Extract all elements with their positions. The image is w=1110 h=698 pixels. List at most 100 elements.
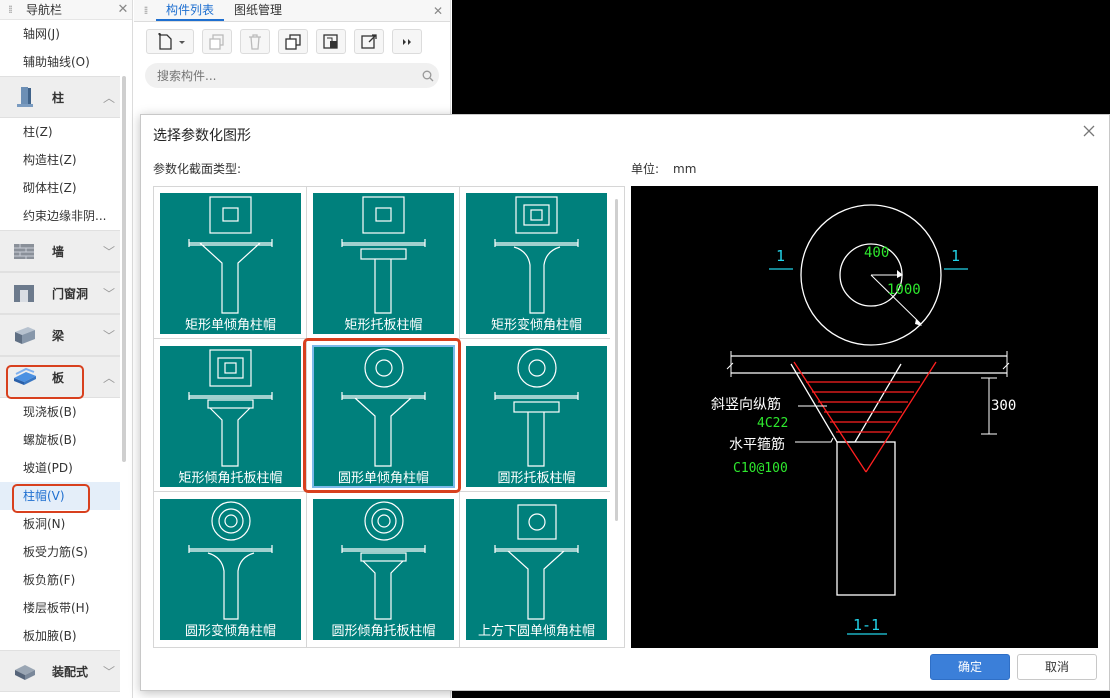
tab-component-list[interactable]: 构件列表 (156, 1, 225, 21)
cap-shape-icon (188, 349, 273, 467)
wall-icon (14, 244, 34, 259)
thumb-rect-variable-slope-cap[interactable]: 矩形变倾角柱帽 (466, 193, 607, 334)
chevron-up-icon[interactable]: ︿ (98, 89, 120, 106)
export-button[interactable] (354, 29, 384, 54)
component-toolbar (146, 29, 422, 54)
nav-item-slab-negative-rebar[interactable]: 板负筋(F) (0, 566, 120, 594)
trash-icon (249, 33, 261, 50)
import-button[interactable] (316, 29, 346, 54)
navigation-panel: ⁞⁞ 导航栏 ✕ 轴网(J) 辅助轴线(O) 柱 ︿ 柱(Z) 构造柱(Z) 砌… (0, 0, 133, 698)
duplicate-layer-button[interactable] (278, 29, 308, 54)
copy-button[interactable] (202, 29, 232, 54)
layers-icon (285, 33, 301, 50)
nav-group-column[interactable]: 柱 ︿ (0, 76, 120, 118)
thumb-label: 圆形变倾角柱帽 (184, 624, 276, 639)
cap-shape-icon (494, 196, 579, 314)
new-component-button[interactable] (146, 29, 194, 54)
unit-value: mm (673, 162, 697, 176)
nav-group-beam[interactable]: 梁 ﹀ (0, 314, 120, 356)
thumb-label: 矩形倾角托板柱帽 (178, 471, 283, 486)
section-type-label: 参数化截面类型: (153, 162, 242, 176)
nav-item-edge-constraint[interactable]: 约束边缘非阴... (0, 202, 120, 230)
chevron-down-icon[interactable]: ﹀ (98, 285, 120, 302)
thumb-rect-single-slope-cap[interactable]: 矩形单倾角柱帽 (160, 193, 301, 334)
nav-title: 导航栏 (26, 3, 63, 17)
nav-item-aux-axis[interactable]: 辅助轴线(O) (0, 48, 120, 76)
horizontal-rebar-value: C10@100 (733, 461, 788, 476)
unit-label: 单位: (631, 162, 660, 176)
thumb-label: 矩形托板柱帽 (344, 318, 423, 333)
cancel-button[interactable]: 取消 (1017, 654, 1097, 680)
slanted-rebar-value: 4C22 (757, 416, 789, 431)
more-button[interactable] (392, 29, 422, 54)
thumb-label: 矩形单倾角柱帽 (184, 318, 276, 333)
highlight-column-cap (12, 484, 90, 513)
close-icon[interactable] (1081, 123, 1097, 139)
highlight-slab-group (6, 365, 84, 399)
thumb-label: 上方下圆单倾角柱帽 (477, 624, 595, 639)
thumb-square-top-circle-bottom-cap[interactable]: 上方下圆单倾角柱帽 (466, 499, 607, 640)
unit-indicator: 单位: mm (631, 160, 696, 177)
drag-grip-icon[interactable]: ⁞⁞ (8, 3, 22, 16)
slanted-rebar-label: 斜竖向纵筋 (711, 397, 781, 413)
thumb-rect-drop-panel-cap[interactable]: 矩形托板柱帽 (313, 193, 454, 334)
search-icon[interactable] (417, 70, 439, 82)
drag-grip-icon[interactable]: ⁞⁞ (134, 4, 156, 17)
panel-tabs: ⁞⁞ 构件列表 图纸管理 ✕ (134, 0, 450, 22)
cap-shape-icon (494, 504, 579, 620)
nav-item-spiral-slab[interactable]: 螺旋板(B) (0, 426, 120, 454)
nav-group-label: 梁 (52, 328, 65, 343)
nav-item-cast-slab[interactable]: 现浇板(B) (0, 398, 120, 426)
horizontal-rebar-label: 水平箍筋 (729, 437, 785, 453)
nav-item-slab-rebar[interactable]: 板受力筋(S) (0, 538, 120, 566)
cap-shape-icon (494, 348, 579, 467)
beam-icon (15, 327, 35, 344)
section-caption: 1-1 (853, 616, 881, 634)
section-mark-right: 1 (951, 247, 961, 265)
nav-item-masonry-column[interactable]: 砌体柱(Z) (0, 174, 120, 202)
nav-item-column[interactable]: 柱(Z) (0, 118, 120, 146)
copy-icon (209, 33, 224, 50)
nav-group-label: 柱 (52, 90, 65, 105)
nav-item-slab-hole[interactable]: 板洞(N) (0, 510, 120, 538)
search-input[interactable] (157, 68, 417, 83)
close-icon[interactable]: ✕ (426, 4, 450, 18)
delete-button[interactable] (240, 29, 270, 54)
chevron-down-icon[interactable]: ﹀ (98, 327, 120, 344)
nav-item-constructional-column[interactable]: 构造柱(Z) (0, 146, 120, 174)
thumb-label: 圆形倾角托板柱帽 (331, 624, 436, 639)
double-chevron-right-icon (403, 38, 411, 45)
nav-group-prefab[interactable]: 装配式 ﹀ (0, 650, 120, 692)
chevron-down-icon[interactable]: ﹀ (98, 243, 120, 260)
close-icon[interactable]: ✕ (114, 2, 132, 17)
nav-item-ramp[interactable]: 坡道(PD) (0, 454, 120, 482)
nav-list: 轴网(J) 辅助轴线(O) 柱 ︿ 柱(Z) 构造柱(Z) 砌体柱(Z) 约束边… (0, 20, 120, 692)
highlight-selected-thumbnail (303, 338, 461, 493)
grid-scrollbar[interactable] (615, 199, 618, 521)
chevron-up-icon[interactable]: ︿ (98, 369, 120, 386)
nav-item-slab-haunch[interactable]: 板加腋(B) (0, 622, 120, 650)
thumb-circle-variable-slope-cap[interactable]: 圆形变倾角柱帽 (160, 499, 301, 640)
thumb-rect-slope-drop-panel-cap[interactable]: 矩形倾角托板柱帽 (160, 346, 301, 487)
cap-shape-icon (341, 501, 426, 620)
thumb-label: 矩形变倾角柱帽 (490, 318, 582, 333)
nav-item-axis-grid[interactable]: 轴网(J) (0, 20, 120, 48)
thumb-circle-slope-drop-panel-cap[interactable]: 圆形倾角托板柱帽 (313, 499, 454, 640)
door-window-icon (14, 285, 34, 302)
nav-header: ⁞⁞ 导航栏 ✕ (0, 0, 132, 20)
nav-item-floor-strip[interactable]: 楼层板带(H) (0, 594, 120, 622)
ok-button[interactable]: 确定 (930, 654, 1010, 680)
dim-inner-label: 400 (864, 245, 890, 261)
chevron-down-icon[interactable]: ﹀ (98, 663, 120, 680)
nav-group-label: 墙 (52, 244, 65, 259)
dim-outer-label: 1000 (887, 282, 921, 298)
import-icon (323, 33, 338, 49)
cap-shape-icon (188, 501, 273, 620)
thumb-circle-drop-panel-cap[interactable]: 圆形托板柱帽 (466, 346, 607, 487)
nav-group-wall[interactable]: 墙 ﹀ (0, 230, 120, 272)
column-icon (17, 87, 33, 107)
component-search (145, 63, 439, 88)
nav-scrollbar[interactable] (122, 76, 126, 462)
tab-drawing-management[interactable]: 图纸管理 (224, 1, 292, 21)
nav-group-door-window[interactable]: 门窗洞 ﹀ (0, 272, 120, 314)
